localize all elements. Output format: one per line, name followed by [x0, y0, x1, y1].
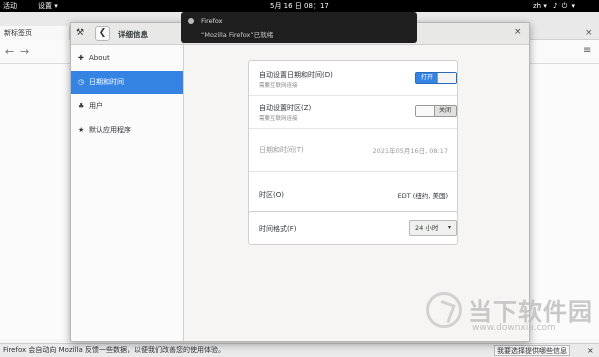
toggle-label: 打开 — [421, 74, 434, 81]
watermark: 当下软件园 www.downxia.com — [426, 292, 594, 344]
auto-timezone-sub: 需要互联网连接 — [259, 116, 298, 122]
back-button[interactable]: ❮ — [95, 26, 110, 41]
timezone-label: 时区(O) — [259, 191, 284, 199]
time-format-dropdown[interactable]: 24 小时 ▾ — [409, 220, 457, 236]
datetime-label: 日期和时间(T) — [259, 146, 304, 154]
toggle-knob — [416, 106, 435, 116]
clock-icon: ◷ — [78, 78, 85, 86]
notification-bar-message: Firefox 会自动向 Mozilla 反馈一些数据，以便我们改善您的使用体验… — [3, 346, 225, 354]
settings-title: 详细信息 — [118, 30, 148, 39]
sidebar-item-label: 日期和时间 — [89, 78, 124, 86]
sidebar-item-datetime[interactable]: ◷ 日期和时间 — [71, 71, 183, 94]
toggle-label: 关闭 — [438, 107, 451, 114]
watermark-name: 当下软件园 — [468, 298, 593, 326]
settings-sidebar-header: ⚒ ❮ 详细信息 — [71, 23, 184, 45]
sidebar-item-users[interactable]: ♣ 用户 — [71, 95, 183, 118]
watermark-logo-icon — [426, 292, 462, 328]
close-icon[interactable]: × — [514, 27, 522, 37]
firefox-close-icon[interactable]: × — [585, 28, 593, 38]
firefox-tab[interactable]: 新标签页 — [0, 26, 70, 40]
settings-sidebar: ✚ About ◷ 日期和时间 ♣ 用户 ★ 默认应用程序 — [71, 45, 184, 341]
top-panel: 活动 设置 ▾ 5月 16 日 08：17 zh ▾ ♪ ⏻ ▾ — [0, 0, 599, 12]
tools-icon: ⚒ — [76, 28, 85, 38]
sidebar-item-about[interactable]: ✚ About — [71, 47, 183, 70]
system-status-icons[interactable]: ♪ ⏻ ▾ — [553, 0, 576, 12]
activities-button[interactable]: 活动 — [3, 0, 17, 12]
watermark-url: www.downxia.com — [472, 323, 556, 333]
sidebar-item-label: 用户 — [89, 102, 103, 110]
auto-datetime-toggle[interactable]: 打开 — [415, 72, 457, 84]
auto-timezone-label: 自动设置时区(Z) — [259, 104, 312, 112]
back-arrow-icon[interactable]: ← — [5, 45, 14, 58]
time-format-card: 时间格式(F) 24 小时 ▾ — [248, 211, 458, 245]
sidebar-item-default-apps[interactable]: ★ 默认应用程序 — [71, 119, 183, 142]
sidebar-item-label: 默认应用程序 — [89, 126, 131, 134]
time-format-label: 时间格式(F) — [259, 225, 297, 233]
datetime-value: 2021年05月16日, 08:17 — [372, 147, 448, 155]
sidebar-item-label: About — [89, 54, 110, 62]
datetime-card: 自动设置日期和时间(D) 需要互联网连接 打开 自动设置时区(Z) 需要互联网连… — [248, 60, 458, 218]
hamburger-menu-icon[interactable]: ≡ — [583, 45, 591, 56]
notification-title: Firefox — [201, 17, 223, 25]
plus-icon: ✚ — [78, 54, 84, 62]
notification-body: “Mozilla Firefox”已就绪 — [201, 31, 274, 39]
firefox-ready-notification[interactable]: Firefox “Mozilla Firefox”已就绪 — [181, 12, 417, 43]
star-icon: ★ — [78, 126, 85, 134]
auto-timezone-toggle[interactable]: 关闭 — [415, 105, 457, 117]
datetime-row[interactable]: 日期和时间(T) 2021年05月16日, 08:17 — [249, 129, 457, 172]
auto-datetime-label: 自动设置日期和时间(D) — [259, 71, 333, 79]
users-icon: ♣ — [78, 102, 85, 110]
time-format-value: 24 小时 — [415, 224, 439, 232]
app-menu-button[interactable]: 设置 ▾ — [38, 0, 58, 12]
timezone-value: EDT (纽约, 美国) — [397, 192, 448, 200]
choose-data-button[interactable]: 我要选择提供哪些信息 — [494, 345, 570, 356]
forward-arrow-icon[interactable]: → — [20, 45, 29, 58]
auto-datetime-row[interactable]: 自动设置日期和时间(D) 需要互联网连接 打开 — [249, 61, 457, 96]
notification-bar-close-icon[interactable]: × — [587, 344, 594, 357]
clock[interactable]: 5月 16 日 08：17 — [270, 0, 329, 12]
toggle-knob — [437, 73, 456, 83]
firefox-icon — [188, 18, 194, 24]
time-format-row: 时间格式(F) 24 小时 ▾ — [249, 212, 457, 244]
auto-datetime-sub: 需要互联网连接 — [259, 83, 298, 89]
input-method-menu[interactable]: zh ▾ — [533, 0, 547, 12]
chevron-down-icon: ▾ — [447, 224, 451, 231]
auto-timezone-row[interactable]: 自动设置时区(Z) 需要互联网连接 关闭 — [249, 96, 457, 129]
firefox-notification-bar: Firefox 会自动向 Mozilla 反馈一些数据，以便我们改善您的使用体验… — [0, 343, 599, 357]
